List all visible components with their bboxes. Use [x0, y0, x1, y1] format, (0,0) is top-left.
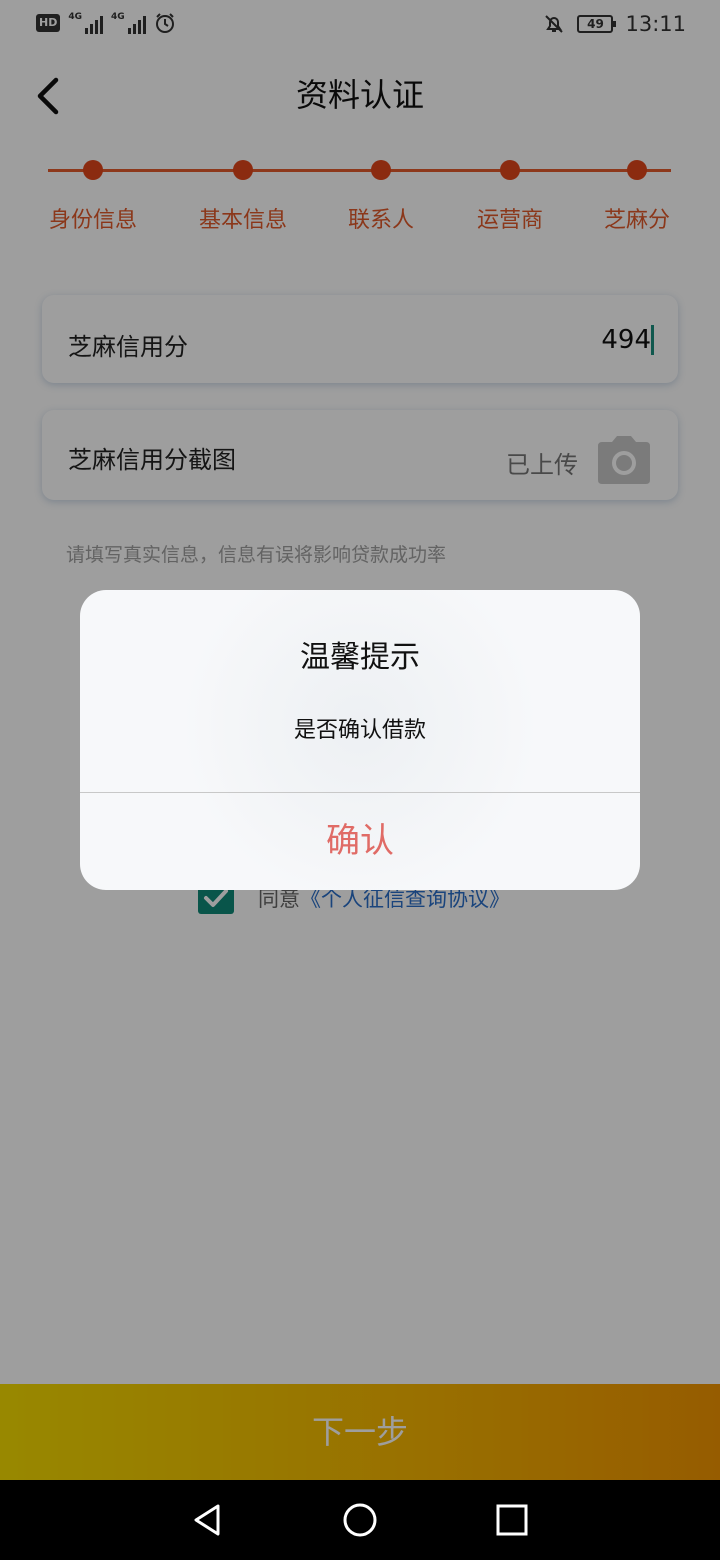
confirm-button[interactable]: 确认	[80, 793, 640, 890]
nav-recents-icon[interactable]	[492, 1500, 532, 1540]
system-nav-bar	[0, 1480, 720, 1560]
confirm-dialog: 温馨提示 是否确认借款 确认	[80, 590, 640, 890]
dialog-title: 温馨提示	[300, 640, 420, 675]
nav-home-icon[interactable]	[340, 1500, 380, 1540]
dialog-message: 是否确认借款	[293, 718, 426, 743]
nav-back-icon[interactable]	[188, 1500, 228, 1540]
